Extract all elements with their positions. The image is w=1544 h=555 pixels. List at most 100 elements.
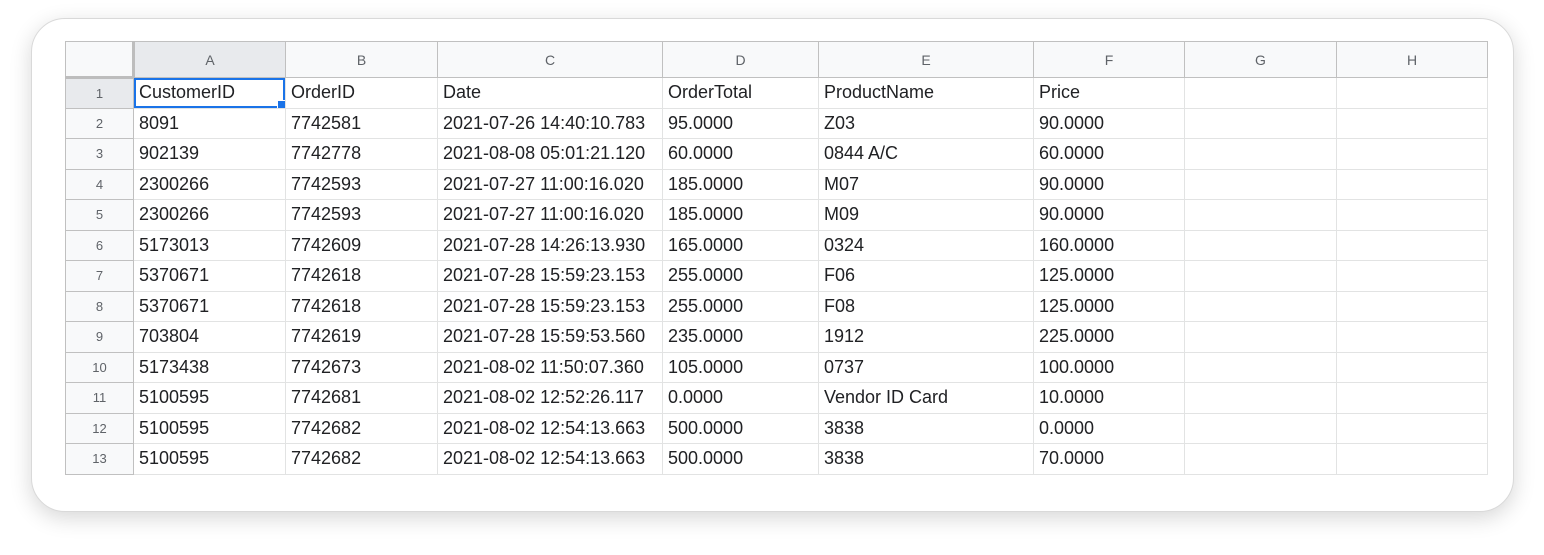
- row-header[interactable]: 9: [65, 321, 134, 353]
- cell-g13[interactable]: [1184, 443, 1337, 475]
- cell-b3[interactable]: 7742778: [285, 138, 438, 170]
- cell-f5[interactable]: 90.0000: [1033, 199, 1185, 231]
- cell-e3[interactable]: 0844 A/C: [818, 138, 1034, 170]
- cell-a10[interactable]: 5173438: [133, 352, 286, 383]
- cell-e6[interactable]: 0324: [818, 230, 1034, 261]
- cell-g11[interactable]: [1184, 382, 1337, 414]
- cell-e5[interactable]: M09: [818, 199, 1034, 231]
- cell-h8[interactable]: [1336, 291, 1488, 322]
- cell-f4[interactable]: 90.0000: [1033, 169, 1185, 200]
- cell-a12[interactable]: 5100595: [133, 413, 286, 444]
- cell-g2[interactable]: [1184, 108, 1337, 139]
- cell-d4[interactable]: 185.0000: [662, 169, 819, 200]
- column-header-g[interactable]: G: [1184, 41, 1337, 78]
- cell-b2[interactable]: 7742581: [285, 108, 438, 139]
- cell-b5[interactable]: 7742593: [285, 199, 438, 231]
- column-header-f[interactable]: F: [1033, 41, 1185, 78]
- cell-h9[interactable]: [1336, 321, 1488, 353]
- cell-a11[interactable]: 5100595: [133, 382, 286, 414]
- cell-c9[interactable]: 2021-07-28 15:59:53.560: [437, 321, 663, 353]
- cell-g7[interactable]: [1184, 260, 1337, 292]
- cell-a13[interactable]: 5100595: [133, 443, 286, 475]
- cell-a5[interactable]: 2300266: [133, 199, 286, 231]
- column-header-d[interactable]: D: [662, 41, 819, 78]
- cell-e7[interactable]: F06: [818, 260, 1034, 292]
- cell-g8[interactable]: [1184, 291, 1337, 322]
- cell-d2[interactable]: 95.0000: [662, 108, 819, 139]
- cell-d8[interactable]: 255.0000: [662, 291, 819, 322]
- cell-g1[interactable]: [1184, 77, 1337, 109]
- row-header[interactable]: 12: [65, 413, 134, 444]
- cell-h2[interactable]: [1336, 108, 1488, 139]
- cell-e4[interactable]: M07: [818, 169, 1034, 200]
- cell-g9[interactable]: [1184, 321, 1337, 353]
- row-header[interactable]: 11: [65, 382, 134, 414]
- cell-c1[interactable]: Date: [437, 77, 663, 109]
- cell-c6[interactable]: 2021-07-28 14:26:13.930: [437, 230, 663, 261]
- cell-b6[interactable]: 7742609: [285, 230, 438, 261]
- cell-f7[interactable]: 125.0000: [1033, 260, 1185, 292]
- select-all-corner[interactable]: [65, 41, 135, 79]
- cell-d13[interactable]: 500.0000: [662, 443, 819, 475]
- column-header-a[interactable]: A: [133, 41, 286, 78]
- cell-d11[interactable]: 0.0000: [662, 382, 819, 414]
- cell-d12[interactable]: 500.0000: [662, 413, 819, 444]
- cell-e10[interactable]: 0737: [818, 352, 1034, 383]
- cell-a8[interactable]: 5370671: [133, 291, 286, 322]
- fill-handle[interactable]: [277, 99, 285, 108]
- cell-h10[interactable]: [1336, 352, 1488, 383]
- row-header[interactable]: 7: [65, 260, 134, 292]
- cell-c4[interactable]: 2021-07-27 11:00:16.020: [437, 169, 663, 200]
- cell-h4[interactable]: [1336, 169, 1488, 200]
- cell-f10[interactable]: 100.0000: [1033, 352, 1185, 383]
- cell-b1[interactable]: OrderID: [285, 77, 438, 109]
- cell-d7[interactable]: 255.0000: [662, 260, 819, 292]
- cell-b12[interactable]: 7742682: [285, 413, 438, 444]
- cell-h13[interactable]: [1336, 443, 1488, 475]
- cell-b8[interactable]: 7742618: [285, 291, 438, 322]
- cell-a6[interactable]: 5173013: [133, 230, 286, 261]
- column-header-e[interactable]: E: [818, 41, 1034, 78]
- column-header-b[interactable]: B: [285, 41, 438, 78]
- cell-f11[interactable]: 10.0000: [1033, 382, 1185, 414]
- cell-d6[interactable]: 165.0000: [662, 230, 819, 261]
- cell-e1[interactable]: ProductName: [818, 77, 1034, 109]
- cell-h7[interactable]: [1336, 260, 1488, 292]
- cell-a2[interactable]: 8091: [133, 108, 286, 139]
- cell-f8[interactable]: 125.0000: [1033, 291, 1185, 322]
- cell-h11[interactable]: [1336, 382, 1488, 414]
- cell-a9[interactable]: 703804: [133, 321, 286, 353]
- row-header[interactable]: 8: [65, 291, 134, 322]
- cell-b4[interactable]: 7742593: [285, 169, 438, 200]
- cell-b13[interactable]: 7742682: [285, 443, 438, 475]
- cell-b9[interactable]: 7742619: [285, 321, 438, 353]
- cell-h1[interactable]: [1336, 77, 1488, 109]
- cell-h5[interactable]: [1336, 199, 1488, 231]
- row-header[interactable]: 2: [65, 108, 134, 139]
- cell-g6[interactable]: [1184, 230, 1337, 261]
- cell-d10[interactable]: 105.0000: [662, 352, 819, 383]
- row-header[interactable]: 13: [65, 443, 134, 475]
- cell-g5[interactable]: [1184, 199, 1337, 231]
- cell-c8[interactable]: 2021-07-28 15:59:23.153: [437, 291, 663, 322]
- cell-e8[interactable]: F08: [818, 291, 1034, 322]
- cell-b11[interactable]: 7742681: [285, 382, 438, 414]
- cell-b7[interactable]: 7742618: [285, 260, 438, 292]
- column-header-h[interactable]: H: [1336, 41, 1488, 78]
- cell-c13[interactable]: 2021-08-02 12:54:13.663: [437, 443, 663, 475]
- cell-f1[interactable]: Price: [1033, 77, 1185, 109]
- column-header-c[interactable]: C: [437, 41, 663, 78]
- cell-g12[interactable]: [1184, 413, 1337, 444]
- cell-e2[interactable]: Z03: [818, 108, 1034, 139]
- row-header[interactable]: 10: [65, 352, 134, 383]
- row-header[interactable]: 3: [65, 138, 134, 170]
- row-header[interactable]: 1: [65, 77, 134, 109]
- cell-a7[interactable]: 5370671: [133, 260, 286, 292]
- row-header[interactable]: 4: [65, 169, 134, 200]
- cell-d1[interactable]: OrderTotal: [662, 77, 819, 109]
- cell-e9[interactable]: 1912: [818, 321, 1034, 353]
- row-header[interactable]: 5: [65, 199, 134, 231]
- cell-c10[interactable]: 2021-08-02 11:50:07.360: [437, 352, 663, 383]
- cell-a1[interactable]: CustomerID: [133, 77, 286, 109]
- cell-a4[interactable]: 2300266: [133, 169, 286, 200]
